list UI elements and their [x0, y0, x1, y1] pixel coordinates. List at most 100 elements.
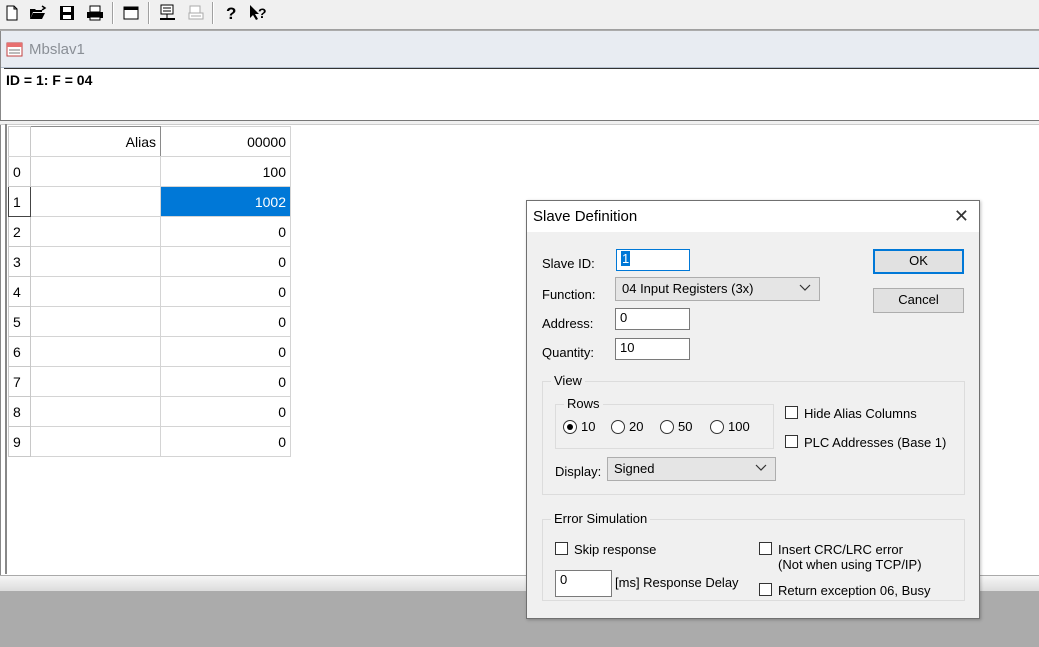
table-row: 1 1002: [8, 186, 291, 217]
value-cell[interactable]: 0: [160, 246, 291, 277]
chevron-down-icon: [799, 280, 811, 297]
error-simulation-group: Error Simulation Skip response 0 [ms] Re…: [542, 511, 965, 601]
display-select[interactable]: Signed: [607, 457, 776, 481]
table-row: 5 0: [8, 306, 291, 337]
alias-column-header[interactable]: Alias: [30, 126, 161, 157]
row-header[interactable]: 3: [8, 246, 31, 277]
slave-definition-dialog: Slave Definition ✕ Slave ID: 1 Function:…: [526, 200, 980, 619]
table-row: 2 0: [8, 216, 291, 247]
slave-id-label: Slave ID:: [542, 256, 595, 271]
alias-cell[interactable]: [30, 246, 161, 277]
close-icon[interactable]: ✕: [954, 206, 969, 227]
info-rule: [4, 68, 1039, 69]
save-icon[interactable]: [57, 3, 77, 23]
address-field[interactable]: 0: [615, 308, 690, 330]
alias-cell[interactable]: [30, 156, 161, 187]
table-row: 7 0: [8, 366, 291, 397]
rows-100-radio[interactable]: [710, 420, 724, 434]
plc-addresses-label: PLC Addresses (Base 1): [804, 435, 947, 450]
chevron-down-icon: [755, 460, 767, 477]
row-header[interactable]: 4: [8, 276, 31, 307]
row-header[interactable]: 0: [8, 156, 31, 187]
alias-cell[interactable]: [30, 336, 161, 367]
rows-20-radio[interactable]: [611, 420, 625, 434]
table-row: 3 0: [8, 246, 291, 277]
print-icon[interactable]: [85, 3, 105, 23]
value-cell[interactable]: 0: [160, 336, 291, 367]
table-row: 8 0: [8, 396, 291, 427]
skip-response-label: Skip response: [574, 542, 657, 557]
row-header[interactable]: 2: [8, 216, 31, 247]
rows-10-radio[interactable]: [563, 420, 577, 434]
value-cell[interactable]: 0: [160, 306, 291, 337]
ok-button[interactable]: OK: [873, 249, 964, 274]
response-delay-field[interactable]: 0: [555, 570, 612, 597]
slave-id-value: 1: [621, 251, 631, 266]
insert-crc-label: Insert CRC/LRC error: [778, 542, 903, 557]
plc-addresses-checkbox[interactable]: [785, 435, 798, 448]
dialog-title-bar[interactable]: Slave Definition ✕: [527, 201, 979, 232]
open-icon[interactable]: [28, 3, 48, 23]
grid-corner[interactable]: [8, 126, 31, 157]
return-exception-checkbox[interactable]: [759, 583, 772, 596]
address-label: Address:: [542, 316, 594, 331]
rows-50-radio[interactable]: [660, 420, 674, 434]
register-grid: Alias 00000 0 100 1 1002 2 0 3 0 4 0 5 0…: [8, 126, 291, 457]
hide-alias-checkbox[interactable]: [785, 406, 798, 419]
document-icon: [6, 41, 23, 57]
value-cell[interactable]: 0: [160, 216, 291, 247]
display-selected-value: Signed: [614, 461, 655, 476]
value-cell[interactable]: 0: [160, 396, 291, 427]
rows-10-label: 10: [581, 419, 596, 434]
svg-text:?: ?: [258, 5, 267, 21]
alias-cell[interactable]: [30, 186, 161, 217]
alias-cell[interactable]: [30, 306, 161, 337]
window-icon[interactable]: [121, 3, 141, 23]
alias-cell[interactable]: [30, 216, 161, 247]
alias-cell[interactable]: [30, 366, 161, 397]
quantity-label: Quantity:: [542, 345, 595, 360]
rows-group: Rows 10 20 50 100: [555, 396, 774, 449]
value-cell-selected[interactable]: 1002: [160, 186, 291, 217]
row-header[interactable]: 7: [8, 366, 31, 397]
alias-cell[interactable]: [30, 276, 161, 307]
left-border: [5, 124, 7, 574]
row-header[interactable]: 1: [8, 186, 31, 217]
hide-alias-label: Hide Alias Columns: [804, 406, 917, 421]
value-cell[interactable]: 0: [160, 276, 291, 307]
grid-header-row: Alias 00000: [8, 126, 291, 157]
row-header[interactable]: 6: [8, 336, 31, 367]
row-header[interactable]: 9: [8, 426, 31, 457]
pane-splitter[interactable]: [0, 120, 1039, 125]
cancel-button[interactable]: Cancel: [873, 288, 964, 313]
help-icon[interactable]: ?: [222, 3, 242, 23]
view-group: View Rows 10 20 50 100 Hide Alias Column…: [542, 373, 965, 495]
value-cell[interactable]: 100: [160, 156, 291, 187]
connect-icon[interactable]: [158, 3, 178, 23]
toolbar: ? ?: [0, 0, 1039, 30]
document-title: Mbslav1: [29, 41, 85, 58]
document-title-bar[interactable]: Mbslav1: [1, 31, 1039, 68]
response-delay-label: [ms] Response Delay: [615, 575, 739, 590]
row-header[interactable]: 5: [8, 306, 31, 337]
new-icon[interactable]: [2, 3, 22, 23]
alias-cell[interactable]: [30, 426, 161, 457]
table-row: 0 100: [8, 156, 291, 187]
rows-100-label: 100: [728, 419, 750, 434]
row-header[interactable]: 8: [8, 396, 31, 427]
alias-cell[interactable]: [30, 396, 161, 427]
disconnect-icon[interactable]: [186, 3, 206, 23]
quantity-field[interactable]: 10: [615, 338, 690, 360]
skip-response-checkbox[interactable]: [555, 542, 568, 555]
insert-crc-checkbox[interactable]: [759, 542, 772, 555]
value-cell[interactable]: 0: [160, 366, 291, 397]
slave-id-field[interactable]: 1: [616, 249, 690, 271]
value-cell[interactable]: 0: [160, 426, 291, 457]
table-row: 4 0: [8, 276, 291, 307]
function-label: Function:: [542, 287, 596, 302]
function-select[interactable]: 04 Input Registers (3x): [615, 277, 820, 301]
context-help-icon[interactable]: ?: [248, 3, 268, 23]
value-column-header[interactable]: 00000: [160, 126, 291, 157]
rows-50-label: 50: [678, 419, 693, 434]
svg-text:?: ?: [226, 4, 236, 22]
